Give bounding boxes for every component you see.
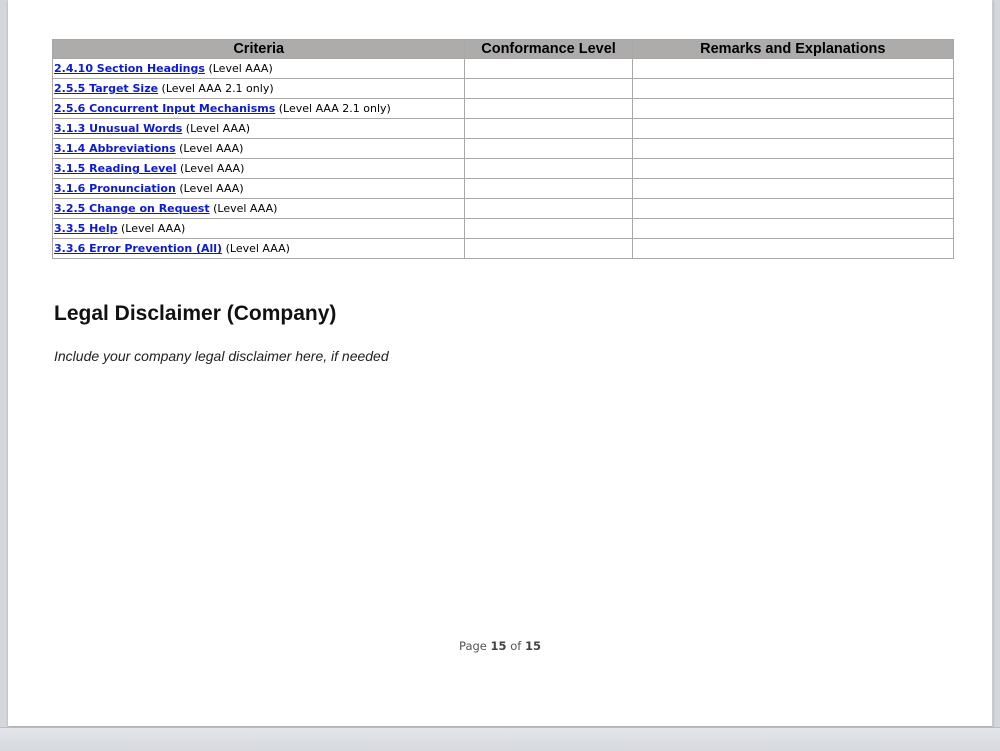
criteria-table: Criteria Conformance Level Remarks and E… bbox=[51, 39, 955, 259]
conformance-cell[interactable] bbox=[464, 218, 633, 239]
conformance-cell[interactable] bbox=[464, 198, 633, 219]
criteria-cell: 2.5.5 Target Size (Level AAA 2.1 only) bbox=[51, 78, 466, 99]
criteria-cell: 3.1.6 Pronunciation (Level AAA) bbox=[51, 178, 466, 199]
table-header-row: Criteria Conformance Level Remarks and E… bbox=[51, 39, 955, 59]
table-row: 3.1.3 Unusual Words (Level AAA) bbox=[51, 118, 955, 139]
criterion-level: (Level AAA 2.1 only) bbox=[275, 102, 391, 115]
conformance-cell[interactable] bbox=[464, 178, 633, 199]
criteria-cell: 3.1.4 Abbreviations (Level AAA) bbox=[51, 138, 466, 159]
page-footer: Page 15 of 15 bbox=[8, 639, 992, 653]
criterion-link[interactable]: 3.3.5 Help bbox=[54, 222, 117, 235]
remarks-cell[interactable] bbox=[631, 178, 955, 199]
table-row: 2.4.10 Section Headings (Level AAA) bbox=[51, 58, 955, 79]
criterion-link[interactable]: 2.4.10 Section Headings bbox=[54, 62, 205, 75]
criterion-level: (Level AAA) bbox=[222, 242, 290, 255]
remarks-cell[interactable] bbox=[631, 98, 955, 119]
criteria-cell: 2.5.6 Concurrent Input Mechanisms (Level… bbox=[51, 98, 466, 119]
remarks-cell[interactable] bbox=[631, 58, 955, 79]
criterion-link[interactable]: 3.1.3 Unusual Words bbox=[54, 122, 182, 135]
criterion-link[interactable]: 3.1.5 Reading Level bbox=[54, 162, 177, 175]
disclaimer-text: Include your company legal disclaimer he… bbox=[54, 348, 389, 364]
document-page: Criteria Conformance Level Remarks and E… bbox=[8, 0, 993, 726]
document-background bbox=[0, 727, 1000, 751]
conformance-cell[interactable] bbox=[464, 78, 633, 99]
remarks-cell[interactable] bbox=[631, 198, 955, 219]
criteria-cell: 3.3.5 Help (Level AAA) bbox=[51, 218, 466, 239]
table-row: 3.1.5 Reading Level (Level AAA) bbox=[51, 158, 955, 179]
conformance-cell[interactable] bbox=[464, 158, 633, 179]
remarks-cell[interactable] bbox=[631, 218, 955, 239]
remarks-cell[interactable] bbox=[631, 238, 955, 259]
header-remarks: Remarks and Explanations bbox=[631, 39, 955, 59]
criterion-level: (Level AAA 2.1 only) bbox=[158, 82, 274, 95]
criterion-link[interactable]: 3.1.6 Pronunciation bbox=[54, 182, 176, 195]
criterion-link[interactable]: 2.5.5 Target Size bbox=[54, 82, 158, 95]
criterion-link[interactable]: 3.2.5 Change on Request bbox=[54, 202, 210, 215]
section-title: Legal Disclaimer (Company) bbox=[54, 302, 337, 325]
table-row: 3.1.6 Pronunciation (Level AAA) bbox=[51, 178, 955, 199]
criterion-link[interactable]: 2.5.6 Concurrent Input Mechanisms bbox=[54, 102, 275, 115]
criteria-cell: 3.3.6 Error Prevention (All) (Level AAA) bbox=[51, 238, 466, 259]
table-row: 3.3.5 Help (Level AAA) bbox=[51, 218, 955, 239]
remarks-cell[interactable] bbox=[631, 118, 955, 139]
criterion-link[interactable]: 3.1.4 Abbreviations bbox=[54, 142, 176, 155]
table-row: 3.1.4 Abbreviations (Level AAA) bbox=[51, 138, 955, 159]
remarks-cell[interactable] bbox=[631, 158, 955, 179]
criterion-level: (Level AAA) bbox=[175, 142, 244, 155]
criteria-cell: 3.1.3 Unusual Words (Level AAA) bbox=[51, 118, 466, 139]
page-number-current: 15 bbox=[490, 639, 507, 653]
criterion-level: (Level AAA) bbox=[176, 162, 245, 175]
table-row: 3.2.5 Change on Request (Level AAA) bbox=[51, 198, 955, 219]
criterion-level: (Level AAA) bbox=[175, 182, 244, 195]
criterion-level: (Level AAA) bbox=[209, 202, 278, 215]
criteria-cell: 3.1.5 Reading Level (Level AAA) bbox=[51, 158, 466, 179]
remarks-cell[interactable] bbox=[631, 78, 955, 99]
conformance-cell[interactable] bbox=[464, 118, 633, 139]
criterion-level: (Level AAA) bbox=[204, 62, 273, 75]
page-of-label: of bbox=[506, 639, 525, 653]
table-row: 3.3.6 Error Prevention (All) (Level AAA) bbox=[51, 238, 955, 259]
criteria-cell: 2.4.10 Section Headings (Level AAA) bbox=[51, 58, 466, 79]
criteria-cell: 3.2.5 Change on Request (Level AAA) bbox=[51, 198, 466, 219]
conformance-cell[interactable] bbox=[464, 98, 633, 119]
criterion-level: (Level AAA) bbox=[117, 222, 186, 235]
conformance-cell[interactable] bbox=[464, 238, 633, 259]
page-label: Page bbox=[459, 639, 491, 653]
criterion-level: (Level AAA) bbox=[182, 122, 251, 135]
remarks-cell[interactable] bbox=[631, 138, 955, 159]
table-row: 2.5.6 Concurrent Input Mechanisms (Level… bbox=[51, 98, 955, 119]
page-number-total: 15 bbox=[524, 639, 541, 653]
header-criteria: Criteria bbox=[51, 39, 466, 59]
table-row: 2.5.5 Target Size (Level AAA 2.1 only) bbox=[51, 78, 955, 99]
conformance-cell[interactable] bbox=[464, 138, 633, 159]
conformance-cell[interactable] bbox=[464, 58, 633, 79]
criterion-link[interactable]: 3.3.6 Error Prevention (All) bbox=[54, 242, 222, 255]
header-conformance-level: Conformance Level bbox=[464, 39, 633, 59]
